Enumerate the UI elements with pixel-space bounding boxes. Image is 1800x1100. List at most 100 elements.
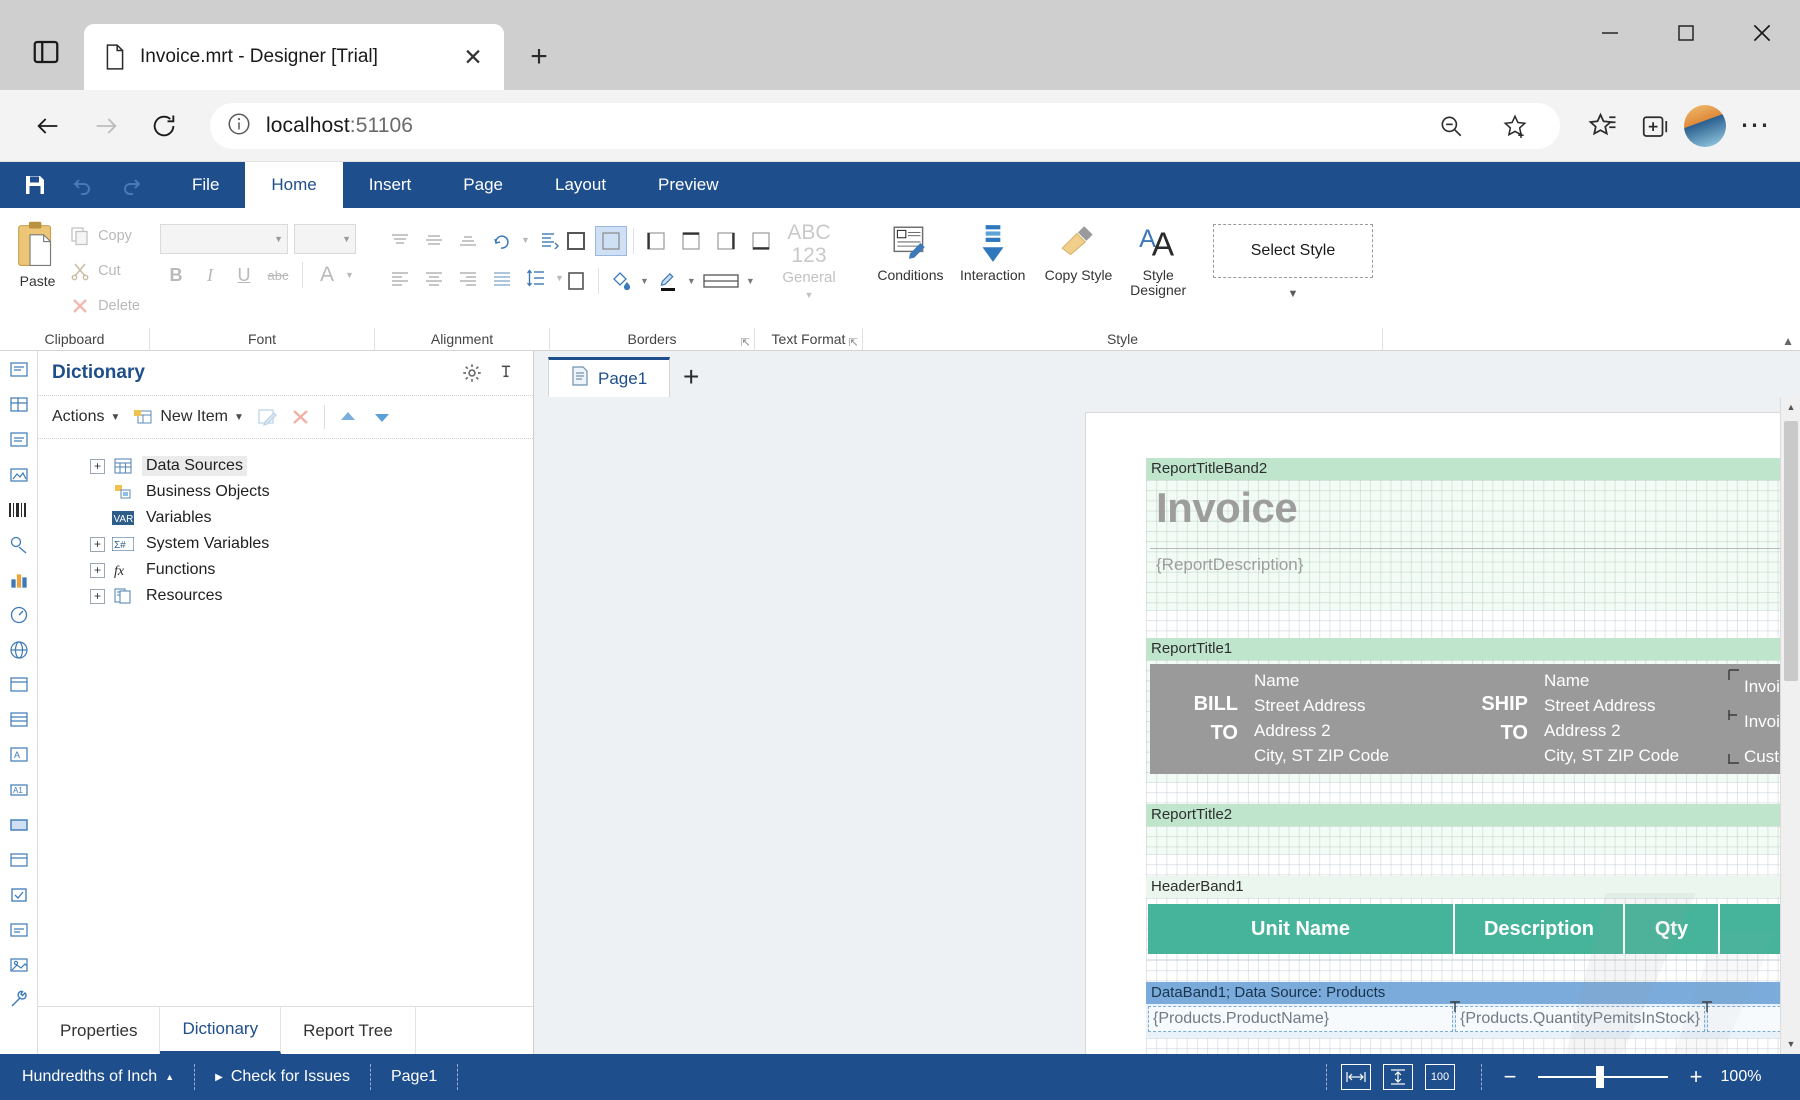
data-cell-quantity[interactable]: {Products.QuantityPemitsInStock} xyxy=(1455,1006,1705,1032)
chart-icon[interactable] xyxy=(6,567,32,593)
move-down-button[interactable] xyxy=(371,406,393,428)
window-close-icon[interactable] xyxy=(1724,0,1800,66)
back-icon[interactable] xyxy=(22,100,74,152)
border-color-icon[interactable] xyxy=(652,266,684,296)
border-width-icon[interactable] xyxy=(699,266,743,296)
ribbon-tab-home[interactable]: Home xyxy=(245,162,343,208)
tree-item-resources[interactable]: + Resources xyxy=(38,583,533,609)
tools-icon[interactable] xyxy=(6,987,32,1013)
align-right-icon[interactable] xyxy=(453,264,483,292)
band-label-header-band1[interactable]: HeaderBand1 xyxy=(1146,876,1780,898)
ship-to-column[interactable]: SHIP TO Name Street Address Address 2 Ci… xyxy=(1440,664,1730,774)
selection-handle[interactable] xyxy=(1701,1000,1712,1012)
add-page-button[interactable]: + xyxy=(670,357,712,397)
tree-item-variables[interactable]: VAR Variables xyxy=(38,505,533,531)
selection-handle[interactable] xyxy=(1728,708,1737,720)
checkbox-component-icon[interactable] xyxy=(6,882,32,908)
fill-color-caret-icon[interactable]: ▼ xyxy=(640,276,649,286)
save-icon[interactable] xyxy=(22,172,48,198)
italic-button[interactable]: I xyxy=(194,260,226,290)
selection-handle[interactable] xyxy=(1728,668,1739,680)
text-format-caret-icon[interactable]: ▼ xyxy=(805,290,814,300)
report-title-text[interactable]: Invoice xyxy=(1156,484,1298,532)
units-selector[interactable]: Hundredths of Inch ▲ xyxy=(0,1064,196,1090)
font-size-combo[interactable]: ▼ xyxy=(294,224,356,254)
band-label-data-band1[interactable]: DataBand1; Data Source: Products xyxy=(1146,982,1780,1004)
zoom-out-button[interactable]: − xyxy=(1500,1066,1520,1088)
expand-icon[interactable]: + xyxy=(90,458,105,474)
move-up-button[interactable] xyxy=(337,406,359,428)
band-label-report-title2[interactable]: ReportTitle2 xyxy=(1146,804,1780,826)
clone-panel-icon[interactable] xyxy=(6,847,32,873)
actions-menu[interactable]: Actions ▼ xyxy=(52,408,120,426)
select-style-caret-icon[interactable]: ▼ xyxy=(1288,288,1299,300)
zoom-out-icon[interactable] xyxy=(1428,103,1474,149)
scrollbar-thumb[interactable] xyxy=(1784,421,1798,681)
add-favorite-icon[interactable] xyxy=(1492,103,1538,149)
bill-to-column[interactable]: BILL TO Name Street Address Address 2 Ci… xyxy=(1150,664,1440,774)
select-style-button[interactable]: Select Style xyxy=(1213,224,1373,278)
report-page-sheet[interactable]: ReportTitleBand2 Invoice Stimulsoft xyxy=(1086,413,1780,1054)
border-top-icon[interactable] xyxy=(675,226,707,256)
fill-color-icon[interactable] xyxy=(605,266,637,296)
text-component-icon[interactable] xyxy=(6,357,32,383)
address-bar[interactable]: localhost:51106 xyxy=(210,102,1560,149)
favorites-icon[interactable] xyxy=(1580,103,1626,149)
border-left-icon[interactable] xyxy=(640,226,672,256)
expand-icon[interactable]: + xyxy=(90,536,105,552)
data-cell-unit-price[interactable]: {Products.UnitPrice} xyxy=(1707,1006,1780,1032)
band-report-title-band2[interactable]: Invoice Stimulsoft {ReportDescription} D… xyxy=(1146,480,1780,610)
band-data-band1[interactable]: {Products.ProductName} {Products.Quantit… xyxy=(1146,1001,1780,1038)
report-description-text[interactable]: {ReportDescription} xyxy=(1156,555,1303,575)
table-component-icon[interactable] xyxy=(6,707,32,733)
strikeout-button[interactable]: abc xyxy=(262,260,294,290)
ribbon-collapse-icon[interactable]: ▲ xyxy=(1782,334,1794,348)
style-designer-button[interactable]: A A Style Designer xyxy=(1123,220,1193,297)
band-report-title2[interactable] xyxy=(1146,826,1780,854)
line-spacing-icon[interactable] xyxy=(521,264,551,292)
table-header-row[interactable]: Unit Name Description Qty Item Price Tot… xyxy=(1148,904,1780,954)
font-name-combo[interactable]: ▼ xyxy=(160,224,288,254)
text-in-cells-icon[interactable] xyxy=(6,392,32,418)
band-header-band1[interactable]: Unit Name Description Qty Item Price Tot… xyxy=(1146,898,1780,960)
align-center-icon[interactable] xyxy=(419,264,449,292)
border-all-icon[interactable] xyxy=(560,226,592,256)
browser-tab[interactable]: Invoice.mrt - Designer [Trial] ✕ xyxy=(84,24,504,90)
table-header-cell[interactable]: Description xyxy=(1455,904,1625,954)
tree-item-system-variables[interactable]: + Σ# System Variables xyxy=(38,531,533,557)
border-none-icon[interactable] xyxy=(595,226,627,256)
picture-icon[interactable] xyxy=(6,952,32,978)
table-header-cell[interactable]: Qty xyxy=(1625,904,1720,954)
ribbon-tab-page[interactable]: Page xyxy=(437,162,529,208)
font-color-caret-icon[interactable]: ▼ xyxy=(345,270,354,280)
border-box-icon[interactable] xyxy=(560,266,592,296)
pin-icon[interactable] xyxy=(493,360,519,386)
tree-item-functions[interactable]: + fx Functions xyxy=(38,557,533,583)
page-tab-page1[interactable]: Page1 xyxy=(548,357,671,397)
table-header-cell[interactable]: Item Price xyxy=(1720,904,1780,954)
address-block[interactable]: BILL TO Name Street Address Address 2 Ci… xyxy=(1150,664,1780,774)
align-justify-icon[interactable] xyxy=(487,264,517,292)
bold-button[interactable]: B xyxy=(160,260,192,290)
align-middle-icon[interactable] xyxy=(419,226,449,254)
scroll-down-icon[interactable]: ▼ xyxy=(1781,1034,1800,1054)
fit-page-icon[interactable] xyxy=(1383,1064,1413,1090)
band-label-report-title-band2[interactable]: ReportTitleBand2 xyxy=(1146,458,1780,480)
text-rotation-icon[interactable] xyxy=(487,226,517,254)
current-page-indicator[interactable]: Page1 xyxy=(371,1064,459,1090)
rich-text-icon[interactable] xyxy=(6,427,32,453)
gear-icon[interactable] xyxy=(459,360,485,386)
gauge-icon[interactable] xyxy=(6,602,32,628)
scroll-up-icon[interactable]: ▲ xyxy=(1781,397,1800,417)
paste-button[interactable]: Paste xyxy=(10,218,65,289)
expand-icon[interactable]: + xyxy=(90,588,105,604)
minimize-icon[interactable] xyxy=(1572,0,1648,66)
map-icon[interactable] xyxy=(6,637,32,663)
align-bottom-icon[interactable] xyxy=(453,226,483,254)
zoom-slider-knob[interactable] xyxy=(1596,1066,1604,1088)
shape-icon[interactable] xyxy=(6,532,32,558)
collections-icon[interactable] xyxy=(1632,103,1678,149)
reload-icon[interactable] xyxy=(138,100,190,152)
zoom-100-icon[interactable]: 100 xyxy=(1425,1064,1455,1090)
interaction-button[interactable]: Interaction xyxy=(952,220,1034,283)
